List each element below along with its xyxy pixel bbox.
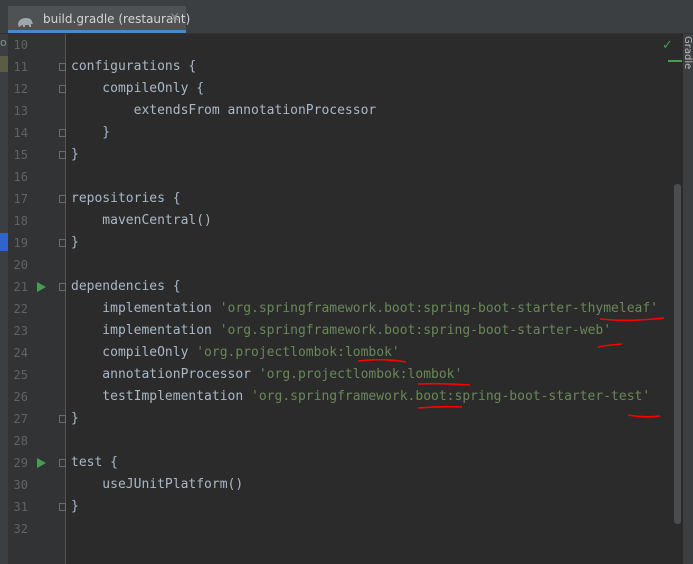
code-token: mavenCentral() <box>71 213 212 228</box>
right-tool-strip <box>683 34 693 564</box>
code-line: implementation 'org.springframework.boot… <box>71 320 611 342</box>
line-number: 20 <box>13 258 28 272</box>
code-token: extendsFrom annotationProcessor <box>71 103 377 118</box>
fold-marker-icon[interactable] <box>59 85 66 93</box>
line-number: 12 <box>13 82 28 96</box>
left-panel-fragment: o <box>0 36 7 49</box>
left-panel-highlight <box>0 56 8 72</box>
code-token: } <box>71 499 79 514</box>
line-number: 13 <box>13 104 28 118</box>
code-token: } <box>71 147 79 162</box>
code-token: compileOnly { <box>71 81 205 96</box>
code-token: testImplementation <box>71 389 252 404</box>
code-line: useJUnitPlatform() <box>71 474 243 496</box>
code-token: repositories { <box>71 191 181 206</box>
string-literal: 'org.springframework.boot:spring-boot-st… <box>219 323 612 338</box>
checkmark-icon[interactable]: ✓ <box>662 38 673 53</box>
code-token: configurations { <box>71 59 197 74</box>
code-token: } <box>71 235 79 250</box>
code-line: repositories { <box>71 188 181 210</box>
line-number: 30 <box>13 478 28 492</box>
editor-tab-bar: build.gradle (restaurant) × <box>0 0 693 34</box>
code-line: } <box>71 408 79 430</box>
line-number: 19 <box>13 236 28 250</box>
fold-marker-icon[interactable] <box>59 415 66 423</box>
gutter-divider <box>65 34 66 564</box>
line-number: 23 <box>13 324 28 338</box>
code-line: configurations { <box>71 56 196 78</box>
string-literal: 'org.projectlombok:lombok' <box>196 345 400 360</box>
code-token: implementation <box>71 323 220 338</box>
code-token: } <box>71 411 79 426</box>
line-number: 32 <box>13 522 28 536</box>
fold-marker-icon[interactable] <box>59 503 66 511</box>
line-number: 14 <box>13 126 28 140</box>
left-tool-strip <box>0 34 8 564</box>
string-literal: 'org.springframework.boot:spring-boot-st… <box>219 301 659 316</box>
fold-marker-icon[interactable] <box>59 129 66 137</box>
fold-marker-icon[interactable] <box>59 63 66 71</box>
left-panel-selection <box>0 233 8 251</box>
code-token: implementation <box>71 301 220 316</box>
code-token: useJUnitPlatform() <box>71 477 244 492</box>
line-number: 26 <box>13 390 28 404</box>
code-line: compileOnly { <box>71 78 204 100</box>
line-number: 28 <box>13 434 28 448</box>
line-number: 21 <box>13 280 28 294</box>
code-token: compileOnly <box>71 345 197 360</box>
code-token: annotationProcessor <box>71 367 259 382</box>
code-line: annotationProcessor 'org.projectlombok:l… <box>71 364 462 386</box>
line-number: 27 <box>13 412 28 426</box>
line-number: 29 <box>13 456 28 470</box>
string-literal: 'org.projectlombok:lombok' <box>258 367 463 382</box>
line-number: 16 <box>13 170 28 184</box>
close-icon[interactable]: × <box>169 10 180 25</box>
fold-marker-icon[interactable] <box>59 459 66 467</box>
code-line: extendsFrom annotationProcessor <box>71 100 377 122</box>
gradle-tool-window-button[interactable]: Gradle <box>684 36 693 76</box>
string-literal: 'org.springframework.boot:spring-boot-st… <box>251 389 651 404</box>
tab-build-gradle[interactable]: build.gradle (restaurant) × <box>8 6 190 33</box>
line-number: 10 <box>13 38 28 52</box>
inspection-status-bar <box>668 60 682 62</box>
annotation-underline-web <box>597 343 623 348</box>
code-line: implementation 'org.springframework.boot… <box>71 298 658 320</box>
code-line: } <box>71 122 110 144</box>
code-line: mavenCentral() <box>71 210 212 232</box>
code-line: } <box>71 144 79 166</box>
line-number: 15 <box>13 148 28 162</box>
code-line: dependencies { <box>71 276 181 298</box>
line-number: 17 <box>13 192 28 206</box>
line-number: 24 <box>13 346 28 360</box>
run-gutter-icon[interactable] <box>37 458 46 468</box>
code-line: testImplementation 'org.springframework.… <box>71 386 650 408</box>
code-line: compileOnly 'org.projectlombok:lombok' <box>71 342 400 364</box>
code-token: test { <box>71 455 118 470</box>
code-line: } <box>71 232 79 254</box>
fold-marker-icon[interactable] <box>59 151 66 159</box>
line-number: 11 <box>13 60 28 74</box>
line-number: 22 <box>13 302 28 316</box>
code-line: test { <box>71 452 118 474</box>
fold-marker-icon[interactable] <box>59 239 66 247</box>
code-token: dependencies { <box>71 279 181 294</box>
line-number: 18 <box>13 214 28 228</box>
gradle-elephant-icon <box>16 13 34 32</box>
line-number: 25 <box>13 368 28 382</box>
annotation-underline-test <box>627 414 661 418</box>
code-token: } <box>71 125 111 140</box>
vertical-scrollbar[interactable] <box>674 184 681 524</box>
run-gutter-icon[interactable] <box>37 282 46 292</box>
fold-marker-icon[interactable] <box>59 195 66 203</box>
fold-marker-icon[interactable] <box>59 283 66 291</box>
code-line: } <box>71 496 79 518</box>
line-number: 31 <box>13 500 28 514</box>
